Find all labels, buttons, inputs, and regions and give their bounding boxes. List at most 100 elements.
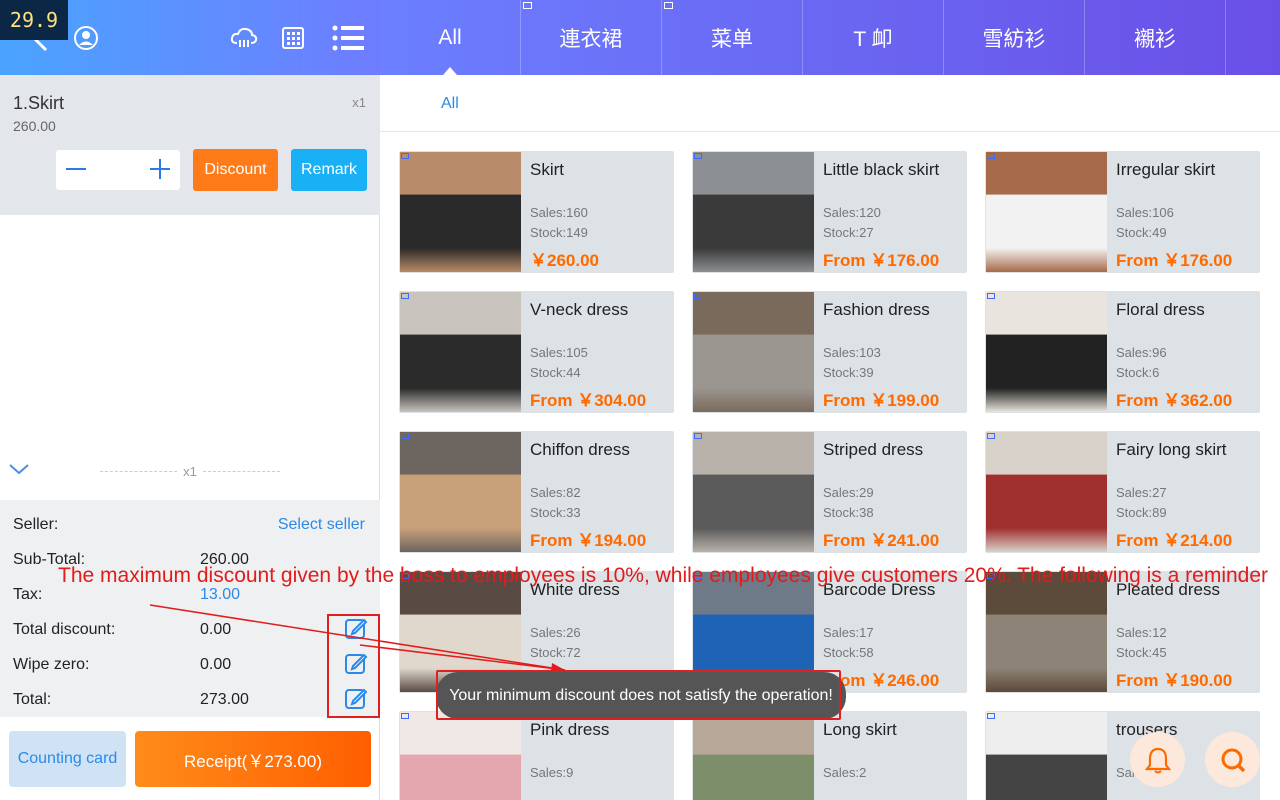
- tab-tshirt[interactable]: T 卹: [803, 0, 944, 75]
- product-marker-icon: [401, 153, 409, 159]
- category-tabs: All 連衣裙 菜单 T 卹 雪紡衫 襯衫 半: [380, 0, 1280, 75]
- product-sales: Sales:160: [530, 205, 588, 220]
- tab-label: 襯衫: [1134, 27, 1176, 51]
- product-card[interactable]: Long skirt Sales:2: [692, 711, 967, 800]
- seller-label: Seller:: [13, 516, 59, 533]
- cloud-icon[interactable]: [228, 22, 260, 54]
- product-marker-icon: [401, 293, 409, 299]
- product-name: Striped dress: [823, 440, 924, 459]
- product-card[interactable]: Striped dress Sales:29 Stock:38 From ￥241.0…: [692, 431, 967, 553]
- wipe-zero-label: Wipe zero:: [13, 656, 90, 673]
- total-discount-value: 0.00: [200, 621, 232, 638]
- tab-label: All: [438, 25, 462, 49]
- product-stock: Stock:89: [1116, 505, 1167, 520]
- product-name: Floral dress: [1116, 300, 1205, 319]
- product-name: Long skirt: [823, 720, 897, 739]
- product-image: [400, 432, 521, 552]
- product-price: From ￥304.00: [530, 391, 647, 410]
- product-card[interactable]: V-neck dress Sales:105 Stock:44 From ￥304.0…: [399, 291, 674, 413]
- chevron-down-icon[interactable]: [8, 462, 30, 482]
- quantity-stepper: 1: [56, 150, 265, 190]
- product-card[interactable]: Pink dress Sales:9: [399, 711, 674, 800]
- notification-bell-button[interactable]: [1130, 732, 1185, 787]
- product-sales: Sales:103: [823, 345, 881, 360]
- product-card[interactable]: Skirt Sales:160 Stock:149 ￥260.00: [399, 151, 674, 273]
- product-image: [986, 152, 1107, 272]
- receipt-button[interactable]: Receipt(￥273.00): [135, 731, 371, 787]
- discount-button[interactable]: Discount: [193, 149, 278, 191]
- product-marker-icon: [987, 293, 995, 299]
- counting-card-button[interactable]: Counting card: [9, 731, 126, 787]
- bell-icon: [1144, 747, 1171, 773]
- product-name: Little black skirt: [823, 160, 940, 179]
- product-image: [986, 712, 1107, 800]
- product-marker-icon: [987, 433, 995, 439]
- tab-chiffon-shirt[interactable]: 雪紡衫: [944, 0, 1085, 75]
- product-marker-icon: [694, 293, 702, 299]
- product-stock: Stock:27: [823, 225, 874, 240]
- item-name: 1.Skirt: [13, 93, 65, 113]
- product-card[interactable]: Fairy long skirt Sales:27 Stock:89 From ￥21…: [985, 431, 1260, 553]
- annotation-highlight-box: [327, 614, 380, 718]
- product-price: From ￥190.00: [1116, 671, 1233, 690]
- product-stock: Stock:6: [1116, 365, 1160, 380]
- product-stock: Stock:33: [530, 505, 581, 520]
- tab-marker-icon: [523, 2, 532, 9]
- select-seller-link[interactable]: Select seller: [278, 516, 365, 534]
- decrement-button[interactable]: [66, 157, 86, 183]
- tab-dress[interactable]: 連衣裙: [521, 0, 662, 75]
- product-name: Fashion dress: [823, 300, 930, 319]
- tab-all[interactable]: All: [380, 0, 521, 75]
- product-price: ￥260.00: [530, 251, 599, 270]
- product-stock: Stock:39: [823, 365, 874, 380]
- product-image: [986, 572, 1107, 692]
- tab-label: 連衣裙: [559, 27, 623, 51]
- wipe-zero-value: 0.00: [200, 656, 232, 673]
- subcategory-bar: All: [380, 75, 1280, 132]
- product-card[interactable]: Irregular skirt Sales:106 Stock:49 From ￥17…: [985, 151, 1260, 273]
- tab-menu[interactable]: 菜单: [662, 0, 803, 75]
- order-panel: 29.9 1.Skirt 260.00 x1 1 Discount Remark…: [0, 0, 380, 800]
- product-card[interactable]: Floral dress Sales:96 Stock:6 From ￥362.00: [985, 291, 1260, 413]
- product-sales: Sales:9: [530, 765, 574, 780]
- product-card[interactable]: Fashion dress Sales:103 Stock:39 From ￥199.…: [692, 291, 967, 413]
- item-count-divider: x1: [100, 464, 281, 479]
- product-sales: Sales:17: [823, 625, 874, 640]
- product-marker-icon: [987, 153, 995, 159]
- tab-label: 菜单: [711, 27, 753, 51]
- product-price: From ￥176.00: [823, 251, 940, 270]
- product-marker-icon: [401, 433, 409, 439]
- tab-label: T 卹: [853, 27, 893, 51]
- product-sales: Sales:26: [530, 625, 581, 640]
- product-marker-icon: [694, 433, 702, 439]
- product-sales: Sales:29: [823, 485, 874, 500]
- search-icon: [1221, 748, 1245, 772]
- user-icon[interactable]: [70, 22, 102, 54]
- remark-button[interactable]: Remark: [291, 149, 367, 191]
- product-sales: Sales:2: [823, 765, 867, 780]
- calculator-icon[interactable]: [277, 22, 309, 54]
- search-button[interactable]: [1205, 732, 1260, 787]
- product-stock: Stock:49: [1116, 225, 1167, 240]
- product-stock: Stock:44: [530, 365, 581, 380]
- product-sales: Sales:82: [530, 485, 581, 500]
- tab-marker-icon: [664, 2, 673, 9]
- product-sales: Sales:105: [530, 345, 588, 360]
- tab-partial[interactable]: 半: [1226, 0, 1280, 75]
- product-price: From ￥194.00: [530, 531, 647, 550]
- item-qty-tag: x1: [352, 95, 366, 110]
- product-marker-icon: [987, 713, 995, 719]
- menu-list-icon[interactable]: [332, 22, 364, 54]
- increment-button[interactable]: [150, 157, 170, 183]
- product-sales: Sales:27: [1116, 485, 1167, 500]
- product-card[interactable]: Chiffon dress Sales:82 Stock:33 From ￥194.0…: [399, 431, 674, 553]
- total-label: Total:: [13, 691, 52, 708]
- product-image: [400, 712, 521, 800]
- annotation-text: The maximum discount given by the boss t…: [58, 564, 1269, 587]
- subtab-all[interactable]: All: [441, 95, 459, 113]
- product-name: Fairy long skirt: [1116, 440, 1227, 459]
- product-image: [693, 712, 814, 800]
- product-card[interactable]: Little black skirt Sales:120 Stock:27 From …: [692, 151, 967, 273]
- tab-shirt[interactable]: 襯衫: [1085, 0, 1226, 75]
- product-price: From ￥362.00: [1116, 391, 1233, 410]
